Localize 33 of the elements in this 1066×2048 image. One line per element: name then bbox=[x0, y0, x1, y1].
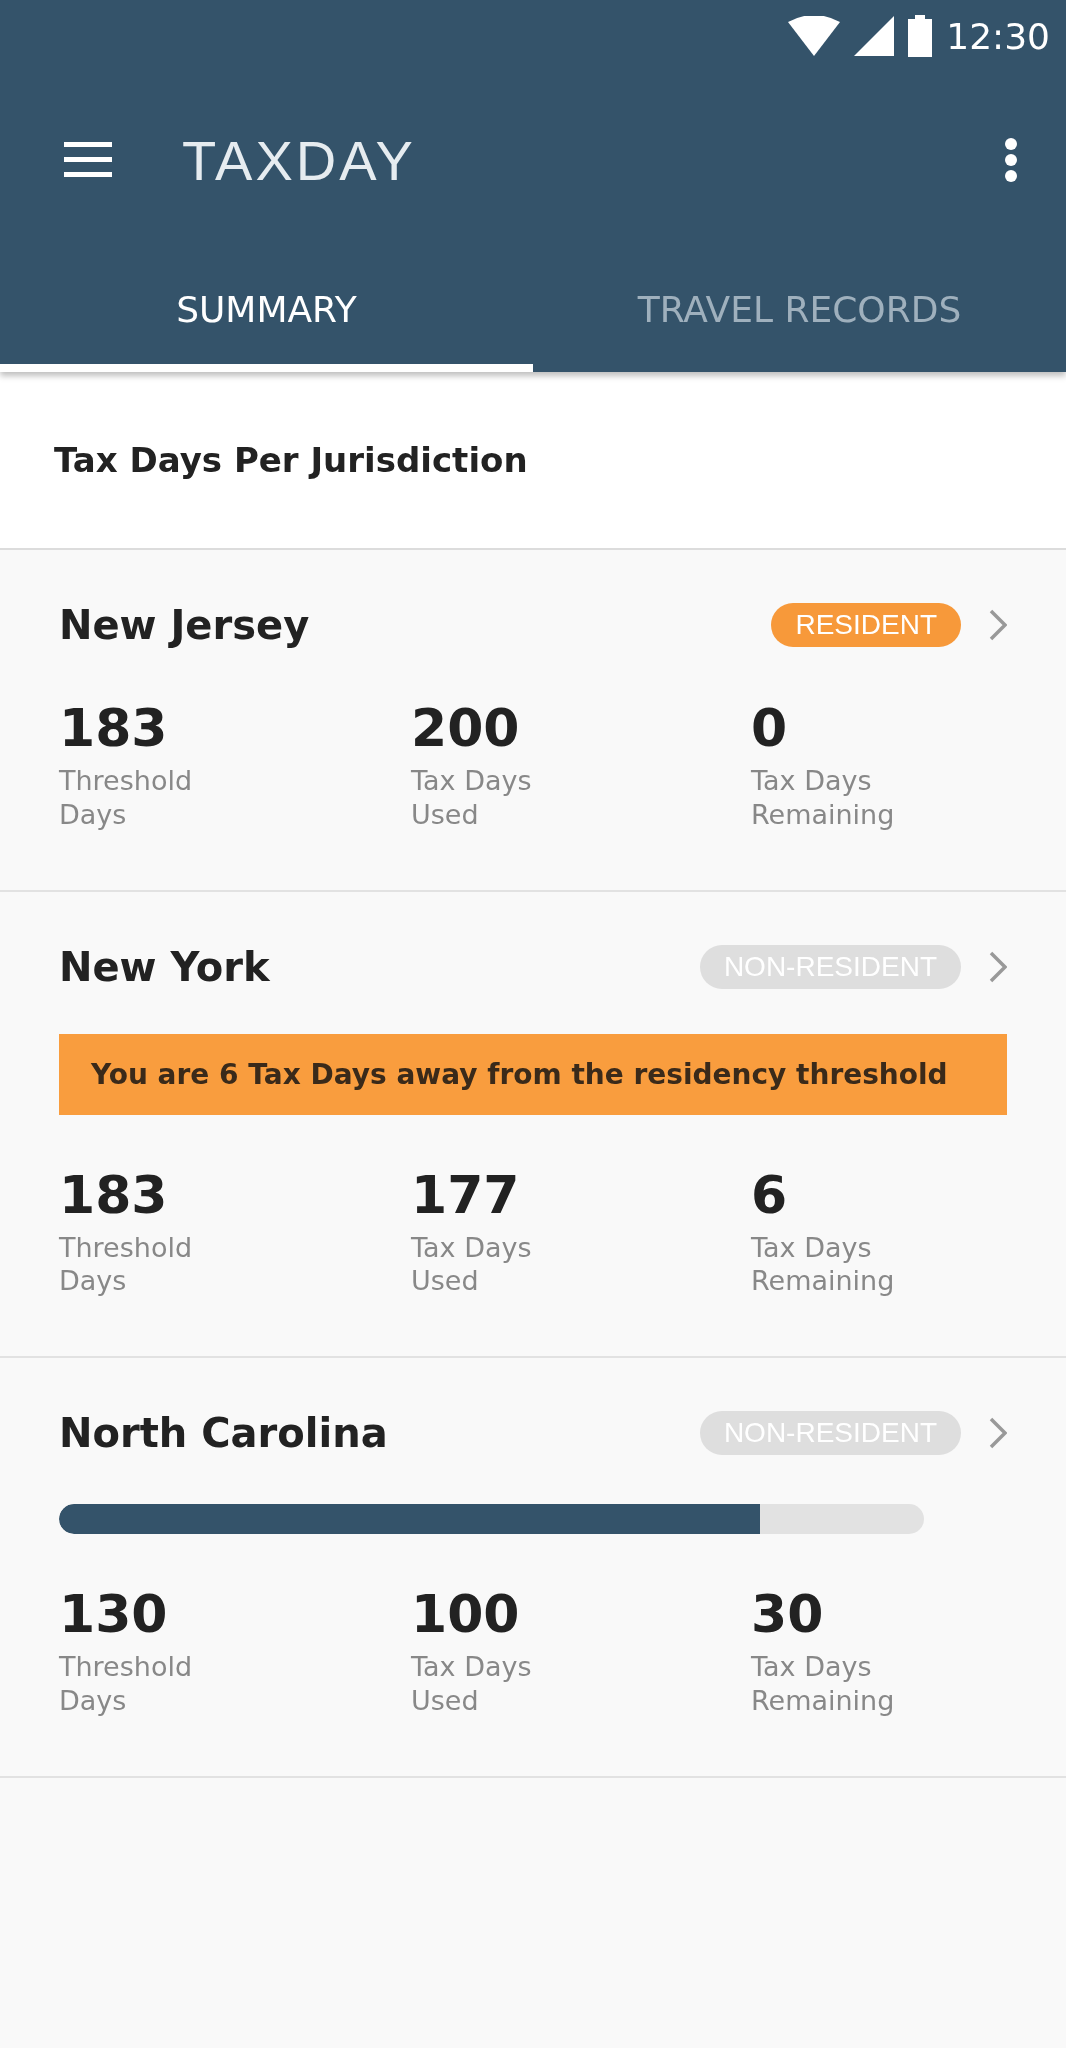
app-title: TAXDAY bbox=[182, 127, 417, 193]
stat-value: 6 bbox=[751, 1164, 789, 1225]
stat-label: Threshold Days bbox=[59, 1230, 194, 1298]
residency-badge: RESIDENT bbox=[771, 603, 961, 647]
stat-label: Threshold Days bbox=[59, 1650, 194, 1718]
wifi-icon bbox=[788, 16, 841, 56]
tab[interactable]: TRAVEL RECORDS bbox=[533, 248, 1066, 372]
stat-value: 0 bbox=[751, 698, 789, 758]
stat-label: Threshold Days bbox=[59, 764, 194, 832]
chevron-right-icon[interactable] bbox=[989, 1417, 1007, 1449]
jurisdiction-name: New York bbox=[59, 943, 271, 990]
jurisdiction-name: New Jersey bbox=[59, 602, 311, 648]
stat-label: Tax Days Used bbox=[411, 1650, 533, 1718]
stat-label: Tax Days Used bbox=[411, 1230, 533, 1298]
stat-value: 183 bbox=[59, 698, 169, 758]
stat-value: 100 bbox=[411, 1584, 521, 1644]
stat-value: 130 bbox=[59, 1584, 169, 1644]
stat-label: Tax Days Used bbox=[411, 764, 533, 832]
signal-icon bbox=[854, 16, 895, 56]
status-time: 12:30 bbox=[946, 15, 1050, 57]
stat-label: Tax Days Remaining bbox=[751, 1230, 896, 1298]
stat-label: Tax Days Remaining bbox=[751, 1650, 896, 1718]
stat-value: 183 bbox=[59, 1164, 169, 1225]
jurisdiction-name: North Carolina bbox=[59, 1410, 389, 1456]
stat-value: 30 bbox=[751, 1584, 825, 1644]
threshold-alert: You are 6 Tax Days away from the residency threshold bbox=[59, 1033, 1007, 1115]
chevron-right-icon[interactable] bbox=[989, 609, 1007, 641]
battery-icon bbox=[908, 15, 933, 57]
stat-value: 177 bbox=[411, 1164, 521, 1225]
stat-value: 200 bbox=[411, 698, 521, 758]
stat-label: Tax Days Remaining bbox=[751, 764, 896, 832]
chevron-right-icon[interactable] bbox=[989, 950, 1007, 983]
section-title: Tax Days Per Jurisdiction bbox=[54, 440, 528, 480]
